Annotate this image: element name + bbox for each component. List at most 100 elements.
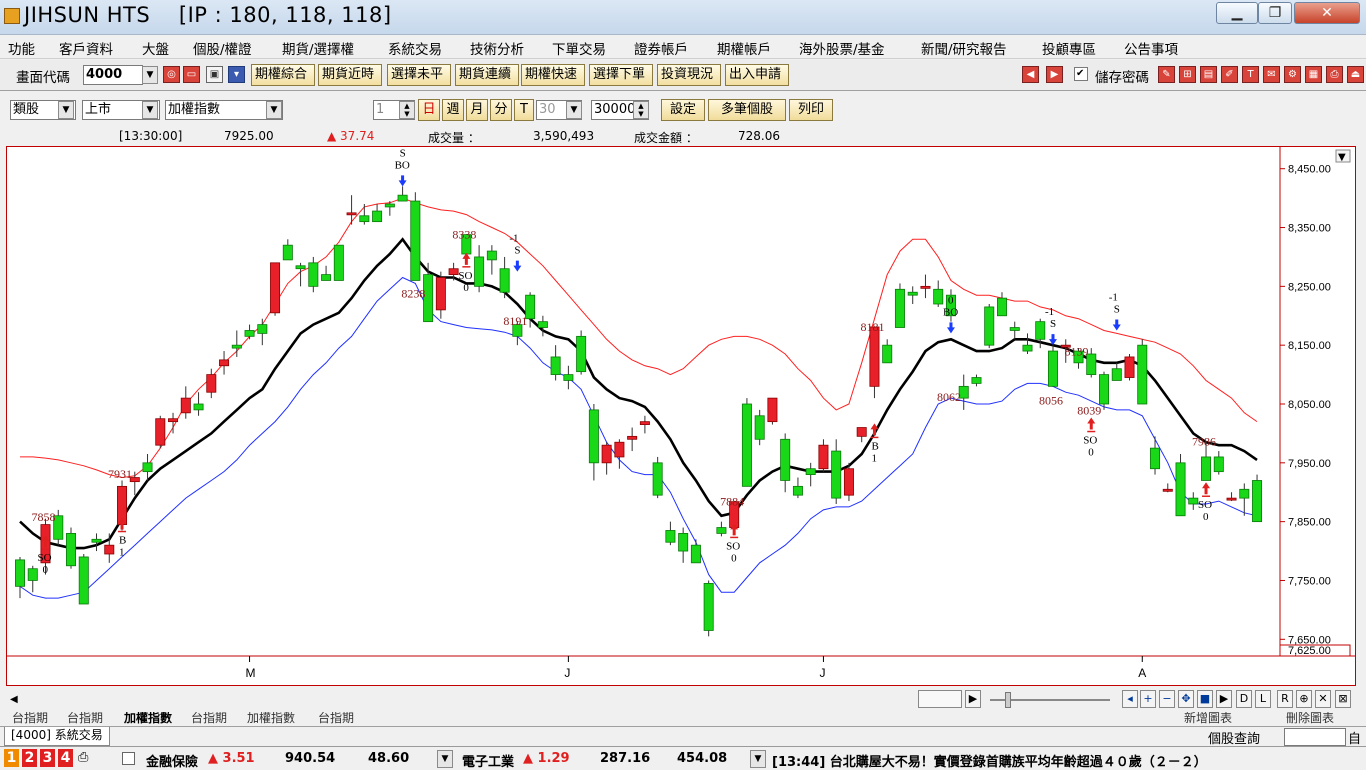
- system-trade-tab[interactable]: [4000] 系統交易: [4, 727, 110, 746]
- stock-query-button[interactable]: 自: [1348, 728, 1364, 747]
- expand-icon[interactable]: ✥: [1178, 690, 1194, 708]
- minute-button[interactable]: 分: [490, 99, 512, 121]
- printer-status-icon[interactable]: ⎙: [78, 750, 100, 766]
- period-spinner-icon[interactable]: ▲ ▼: [399, 101, 415, 119]
- tab-futures-3[interactable]: 台指期: [191, 712, 227, 726]
- stock-query-input[interactable]: [1284, 728, 1346, 746]
- menu-function[interactable]: 功能: [8, 38, 35, 58]
- menu-advisory[interactable]: 投顧專區: [1042, 38, 1096, 58]
- menu-news[interactable]: 新聞/研究報告: [921, 38, 1007, 58]
- btn-options-open[interactable]: 選擇未平: [387, 64, 451, 86]
- market-dropdown-icon[interactable]: ▼: [142, 101, 158, 119]
- sector1-dropdown-icon[interactable]: ▼: [437, 750, 453, 768]
- grid-icon[interactable]: ⊞: [1179, 66, 1196, 83]
- menu-market[interactable]: 大盤: [142, 38, 169, 58]
- news-ticker[interactable]: [13:44] 台北購屋大不易！實價登錄首購族平均年齡超過４０歲（２－２）: [772, 751, 1362, 770]
- print-button[interactable]: 列印: [789, 99, 833, 121]
- multi-stock-button[interactable]: 多筆個股: [708, 99, 786, 121]
- pen-icon[interactable]: ✐: [1221, 66, 1238, 83]
- text-icon[interactable]: T: [1242, 66, 1259, 83]
- minute-dropdown-icon[interactable]: ▼: [566, 101, 582, 119]
- week-button[interactable]: 週: [442, 99, 464, 121]
- scroll-left-icon[interactable]: ◀: [10, 694, 18, 705]
- search-icon[interactable]: ◎: [163, 66, 180, 83]
- tab-futures-2[interactable]: 台指期: [67, 712, 103, 726]
- btn-investment-status[interactable]: 投資現況: [657, 64, 721, 86]
- minimize-button[interactable]: ▁: [1216, 2, 1258, 24]
- note-icon[interactable]: ✉: [1263, 66, 1280, 83]
- close-chart-icon[interactable]: ✕: [1315, 690, 1331, 708]
- arrow-right-icon[interactable]: ▶: [1046, 66, 1063, 83]
- tab-futures-1[interactable]: 台指期: [12, 712, 48, 726]
- status-tab-1[interactable]: 1: [4, 749, 19, 767]
- minus-icon[interactable]: −: [1159, 690, 1175, 708]
- btn-deposit-withdraw[interactable]: 出入申請: [725, 64, 789, 86]
- btn-options-overview[interactable]: 期權綜合: [251, 64, 315, 86]
- index-dropdown-icon[interactable]: ▼: [266, 101, 282, 119]
- btn-options-order[interactable]: 選擇下單: [589, 64, 653, 86]
- plus-icon[interactable]: +: [1140, 690, 1156, 708]
- menu-order[interactable]: 下單交易: [552, 38, 606, 58]
- status-tab-3[interactable]: 3: [40, 749, 55, 767]
- menu-stocks[interactable]: 個股/權證: [193, 38, 252, 58]
- printer-icon[interactable]: ⎙: [1326, 66, 1343, 83]
- delete-chart-tab[interactable]: 刪除圖表: [1286, 712, 1334, 726]
- folder-icon[interactable]: ▭: [183, 66, 200, 83]
- tick-button[interactable]: T: [514, 99, 534, 121]
- arrow-left-icon[interactable]: ◀: [1022, 66, 1039, 83]
- tab-weighted-index-2[interactable]: 加權指數: [247, 712, 295, 726]
- split-icon[interactable]: ⊠: [1335, 690, 1351, 708]
- candlestick-chart[interactable]: 8,450.00 8,350.00 8,250.00 8,150.00 8,050.00…: [6, 135, 1356, 686]
- settings-button[interactable]: 設定: [661, 99, 705, 121]
- zoom-slider-handle[interactable]: [1005, 692, 1011, 708]
- btn-futures-recent[interactable]: 期貨近時: [318, 64, 382, 86]
- l-icon[interactable]: L: [1255, 690, 1271, 708]
- tab-futures-4[interactable]: 台指期: [318, 712, 354, 726]
- scroll-right-icon[interactable]: ▶: [965, 690, 981, 708]
- tab-weighted-index[interactable]: 加權指數: [124, 712, 172, 726]
- candle-body: [1188, 497, 1199, 505]
- close-button[interactable]: ✕: [1294, 2, 1360, 24]
- code-input[interactable]: 4000: [83, 65, 143, 85]
- menu-announcements[interactable]: 公告事項: [1124, 38, 1178, 58]
- y-bottom-label: 7,625.00: [1288, 645, 1331, 657]
- code-dropdown-icon[interactable]: ▼: [142, 66, 158, 84]
- document-icon[interactable]: ▤: [1200, 66, 1217, 83]
- zoom-icon[interactable]: ⊕: [1296, 690, 1312, 708]
- tools-icon[interactable]: ⚙: [1284, 66, 1301, 83]
- upper-band-line: [20, 197, 1258, 479]
- chevron-down-icon[interactable]: ▾: [228, 66, 245, 83]
- d-icon[interactable]: D: [1236, 690, 1252, 708]
- sector2-dropdown-icon[interactable]: ▼: [750, 750, 766, 768]
- menu-system-trade[interactable]: 系統交易: [388, 38, 442, 58]
- shift-left-icon[interactable]: ◂: [1122, 690, 1138, 708]
- month-button[interactable]: 月: [466, 99, 488, 121]
- menu-futures-account[interactable]: 期權帳戶: [717, 38, 771, 58]
- status-checkbox[interactable]: [122, 752, 135, 765]
- count-spinner-icon[interactable]: ▲ ▼: [633, 101, 649, 119]
- next-icon[interactable]: ▶: [1216, 690, 1232, 708]
- menu-technical[interactable]: 技術分析: [470, 38, 524, 58]
- scroll-thumb[interactable]: [918, 690, 962, 708]
- menu-securities-account[interactable]: 證券帳戶: [634, 38, 688, 58]
- maximize-button[interactable]: ❐: [1258, 2, 1292, 24]
- candle-body: [856, 427, 867, 437]
- r-icon[interactable]: R: [1277, 690, 1293, 708]
- add-chart-tab[interactable]: 新增圖表: [1184, 712, 1232, 726]
- save-password-checkbox[interactable]: ✔: [1074, 67, 1088, 81]
- candle-body: [767, 397, 778, 423]
- exit-icon[interactable]: ⏏: [1347, 66, 1364, 83]
- calendar-icon[interactable]: ▦: [1305, 66, 1322, 83]
- btn-futures-continuous[interactable]: 期貨連續: [455, 64, 519, 86]
- category-dropdown-icon[interactable]: ▼: [58, 101, 74, 119]
- status-tab-4[interactable]: 4: [58, 749, 73, 767]
- edit-icon[interactable]: ✎: [1158, 66, 1175, 83]
- menu-futures[interactable]: 期貨/選擇權: [282, 38, 354, 58]
- btn-options-quick[interactable]: 期權快速: [521, 64, 585, 86]
- day-button[interactable]: 日: [418, 99, 440, 121]
- menu-customer[interactable]: 客戶資料: [59, 38, 113, 58]
- window-icon[interactable]: ▣: [206, 66, 223, 83]
- stop-icon[interactable]: ■: [1197, 690, 1213, 708]
- status-tab-2[interactable]: 2: [22, 749, 37, 767]
- menu-overseas[interactable]: 海外股票/基金: [799, 38, 885, 58]
